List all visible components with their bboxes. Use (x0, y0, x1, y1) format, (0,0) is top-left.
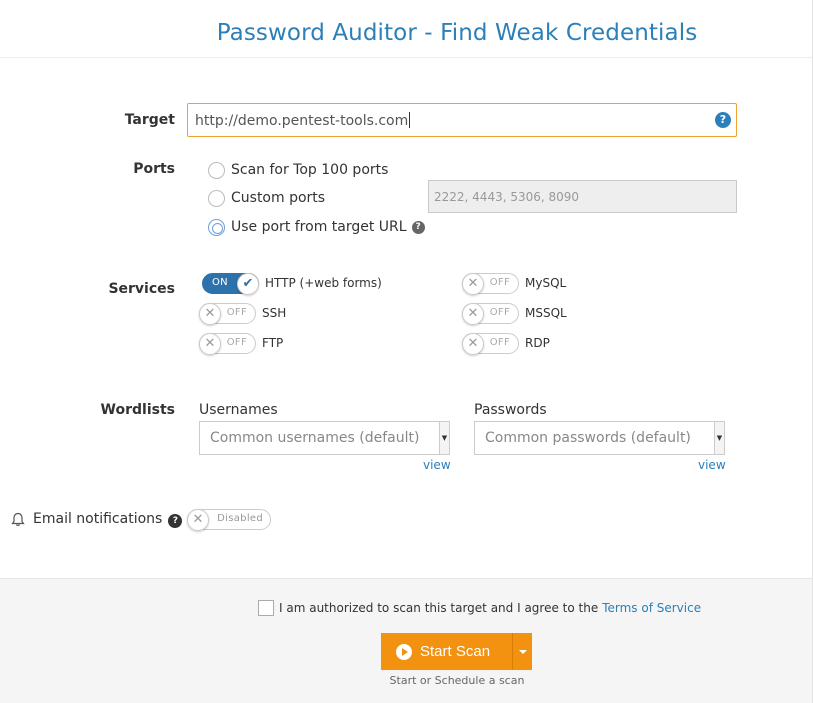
chevron-down-icon[interactable]: ▼ (714, 422, 724, 454)
service-toggle[interactable]: ✕ OFF (462, 272, 519, 295)
close-icon: ✕ (187, 509, 209, 531)
chevron-down-icon[interactable]: ▼ (439, 422, 449, 454)
radio-custom-ports[interactable]: Custom ports (208, 189, 325, 207)
view-passwords-link[interactable]: view (698, 458, 726, 472)
usernames-label: Usernames (199, 402, 278, 418)
target-label: Target (124, 112, 175, 128)
bell-icon (11, 512, 25, 526)
radio-button[interactable] (208, 189, 225, 207)
services-label: Services (108, 281, 175, 297)
custom-ports-input[interactable]: 2222, 4443, 5306, 8090 (428, 180, 737, 213)
service-ftp: ✕ OFF FTP (199, 332, 284, 355)
custom-ports-placeholder: 2222, 4443, 5306, 8090 (434, 190, 580, 204)
service-mssql: ✕ OFF MSSQL (462, 302, 567, 325)
radio-top100[interactable]: Scan for Top 100 ports (208, 161, 388, 179)
service-http: ON ✔ HTTP (+web forms) (202, 272, 382, 295)
passwords-value: Common passwords (default) (485, 430, 691, 446)
radio-label: Scan for Top 100 ports (231, 162, 389, 178)
toggle-text: OFF (489, 336, 510, 348)
toggle-text: ON (212, 276, 228, 288)
service-ssh: ✕ OFF SSH (199, 302, 287, 325)
target-input[interactable]: http://demo.pentest-tools.com ? (187, 103, 737, 137)
service-mysql: ✕ OFF MySQL (462, 272, 567, 295)
wordlists-label: Wordlists (100, 402, 175, 418)
scan-subtext: Start or Schedule a scan (389, 674, 525, 687)
radio-label: Use port from target URL (231, 219, 407, 235)
email-notifications-label: Email notifications? (33, 511, 183, 528)
header: Password Auditor - Find Weak Credentials (0, 0, 812, 58)
page-title: Password Auditor - Find Weak Credentials (216, 20, 698, 46)
service-label: FTP (262, 336, 284, 350)
help-icon[interactable]: ? (168, 514, 183, 528)
toggle-text: OFF (226, 336, 247, 348)
radio-label: Custom ports (231, 190, 326, 206)
agree-text: I am authorized to scan this target and … (279, 601, 599, 615)
close-icon: ✕ (199, 302, 221, 325)
radio-url-port[interactable]: Use port from target URL ? (208, 218, 425, 236)
page: Password Auditor - Find Weak Credentials… (0, 0, 813, 703)
radio-button[interactable] (208, 161, 225, 179)
help-icon[interactable]: ? (715, 112, 731, 128)
service-toggle[interactable]: ✕ OFF (199, 302, 256, 325)
toggle-text: OFF (489, 276, 510, 288)
terms-of-service-link[interactable]: Terms of Service (602, 601, 701, 615)
ports-label: Ports (133, 161, 175, 177)
start-scan-button[interactable]: Start Scan (381, 633, 512, 670)
scan-options-dropdown[interactable] (512, 633, 532, 670)
agree-row: I am authorized to scan this target and … (258, 600, 701, 616)
close-icon: ✕ (462, 302, 484, 325)
service-toggle[interactable]: ✕ OFF (462, 332, 519, 355)
play-icon (396, 643, 412, 660)
toggle-text: Disabled (217, 513, 263, 524)
toggle-text: OFF (226, 306, 247, 318)
view-usernames-link[interactable]: view (423, 458, 451, 472)
service-label: SSH (262, 306, 287, 320)
agree-checkbox[interactable] (258, 600, 274, 616)
service-rdp: ✕ OFF RDP (462, 332, 550, 355)
check-icon: ✔ (237, 272, 259, 295)
start-scan-label: Start Scan (420, 643, 491, 660)
footer: I am authorized to scan this target and … (0, 578, 812, 703)
radio-button[interactable] (208, 218, 225, 236)
email-notifications-toggle[interactable]: ✕ Disabled (187, 509, 271, 531)
service-toggle[interactable]: ON ✔ (202, 272, 259, 295)
service-toggle[interactable]: ✕ OFF (199, 332, 256, 355)
target-value: http://demo.pentest-tools.com (195, 112, 411, 129)
passwords-label: Passwords (474, 402, 547, 418)
toggle-text: OFF (489, 306, 510, 318)
service-label: MySQL (525, 276, 567, 290)
close-icon: ✕ (462, 272, 484, 295)
help-icon[interactable]: ? (411, 220, 425, 234)
close-icon: ✕ (199, 332, 221, 355)
service-toggle[interactable]: ✕ OFF (462, 302, 519, 325)
usernames-select[interactable]: Common usernames (default) ▼ (199, 421, 450, 455)
close-icon: ✕ (462, 332, 484, 355)
service-label: HTTP (+web forms) (265, 276, 382, 290)
service-label: RDP (525, 336, 550, 350)
service-label: MSSQL (525, 306, 567, 320)
usernames-value: Common usernames (default) (210, 430, 420, 446)
text-caret (409, 112, 411, 128)
passwords-select[interactable]: Common passwords (default) ▼ (474, 421, 725, 455)
